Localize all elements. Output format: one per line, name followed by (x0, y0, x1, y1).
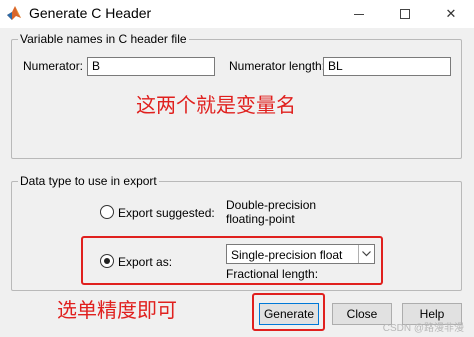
export-as-radio[interactable] (100, 254, 114, 268)
minimize-icon (354, 13, 364, 15)
suggested-type-line2: floating-point (226, 212, 295, 226)
numerator-label: Numerator: (23, 59, 84, 73)
dialog-body: Variable names in C header file Numerato… (0, 28, 474, 337)
suggested-type-line1: Double-precision (226, 198, 317, 212)
numerator-field[interactable]: B (87, 57, 215, 76)
annotation-precision: 选单精度即可 (57, 300, 177, 322)
minimize-button[interactable] (336, 0, 382, 28)
variable-names-group: Variable names in C header file Numerato… (11, 32, 462, 159)
data-type-legend: Data type to use in export (18, 174, 159, 188)
generate-button[interactable]: Generate (259, 303, 319, 325)
close-icon: ✕ (445, 6, 457, 21)
annotation-variable-names: 这两个就是变量名 (136, 95, 296, 117)
watermark: CSDN @路漫非漫 (382, 323, 464, 334)
export-as-label: Export as: (118, 255, 173, 269)
variable-names-legend: Variable names in C header file (18, 32, 189, 46)
export-suggested-label: Export suggested: (118, 206, 215, 220)
export-type-value: Single-precision float (231, 248, 343, 262)
title-bar: Generate C Header ✕ (0, 0, 474, 28)
export-type-select[interactable]: Single-precision float (226, 244, 375, 264)
export-suggested-radio[interactable] (100, 205, 114, 219)
matlab-icon (7, 6, 21, 20)
chevron-down-icon[interactable] (358, 245, 374, 263)
maximize-button[interactable] (382, 0, 428, 28)
close-window-button[interactable]: ✕ (428, 0, 474, 28)
numerator-length-label: Numerator length: (229, 59, 326, 73)
fractional-length-label: Fractional length: (226, 267, 319, 281)
maximize-icon (400, 9, 410, 19)
numerator-length-field[interactable]: BL (323, 57, 451, 76)
data-type-group: Data type to use in export Export sugges… (11, 174, 462, 291)
window-title: Generate C Header (29, 5, 152, 21)
